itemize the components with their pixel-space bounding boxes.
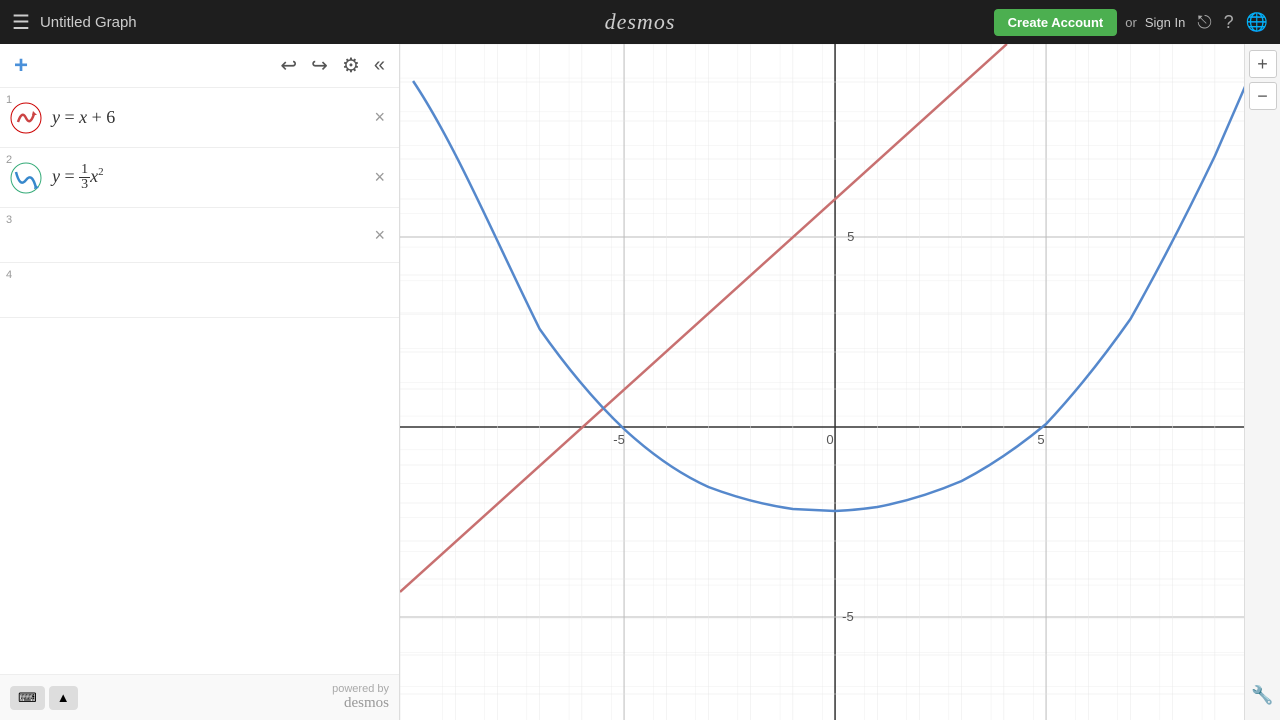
expression-row-2: 2 y = 13x2 ×	[0, 148, 399, 208]
zoom-out-button[interactable]: −	[1249, 82, 1277, 110]
header-right-actions: Create Account or Sign In ⎋ ? 🌐	[994, 9, 1268, 36]
expr-number-2: 2	[6, 154, 12, 166]
expr-close-3[interactable]: ×	[370, 221, 389, 250]
graph-svg: -5 0 5 10 5 -5	[400, 44, 1244, 720]
create-account-button[interactable]: Create Account	[994, 9, 1118, 36]
graph-area[interactable]: -5 0 5 10 5 -5	[400, 44, 1244, 720]
expression-row-1: 1 y = x + 6 ×	[0, 88, 399, 148]
expr-icon-2[interactable]	[10, 162, 42, 194]
sign-in-button[interactable]: Sign In	[1145, 15, 1185, 30]
svg-text:0: 0	[826, 432, 833, 447]
add-expression-button[interactable]: +	[10, 50, 32, 82]
expr-close-2[interactable]: ×	[370, 163, 389, 192]
expression-panel: + ↩ ↪ ⚙ « 1	[0, 44, 400, 720]
zoom-in-button[interactable]: +	[1249, 50, 1277, 78]
header: ☰ Untitled Graph desmos Create Account o…	[0, 0, 1280, 44]
expand-button[interactable]: ▲	[49, 686, 78, 710]
redo-button[interactable]: ↪	[307, 51, 332, 80]
expr-formula-2[interactable]: y = 13x2	[52, 163, 366, 192]
expr-icon-1[interactable]	[10, 102, 42, 134]
graph-title: Untitled Graph	[40, 14, 994, 31]
help-icon[interactable]: ?	[1224, 12, 1234, 33]
undo-button[interactable]: ↩	[276, 51, 301, 80]
keyboard-icon: ⌨	[18, 690, 37, 706]
expand-icon: ▲	[57, 690, 70, 705]
expression-list: 1 y = x + 6 × 2	[0, 88, 399, 674]
svg-text:-5: -5	[842, 609, 854, 624]
left-footer: ⌨ ▲ powered by desmos	[0, 674, 399, 720]
wrench-icon[interactable]: 🔧	[1251, 685, 1273, 705]
or-label: or	[1125, 15, 1137, 30]
expr-close-1[interactable]: ×	[370, 103, 389, 132]
expr-formula-1[interactable]: y = x + 6	[52, 107, 366, 128]
settings-button[interactable]: ⚙	[338, 51, 364, 80]
powered-by-label: powered by desmos	[332, 683, 389, 712]
zoom-panel: + − 🔧	[1244, 44, 1280, 720]
expr-number-1: 1	[6, 94, 12, 106]
share-icon[interactable]: ⎋	[1197, 12, 1211, 33]
language-icon[interactable]: 🌐	[1246, 12, 1268, 33]
svg-text:5: 5	[1037, 432, 1044, 447]
main-layout: + ↩ ↪ ⚙ « 1	[0, 44, 1280, 720]
svg-text:-5: -5	[613, 432, 625, 447]
expression-row-4[interactable]: 4	[0, 263, 399, 318]
keyboard-button[interactable]: ⌨	[10, 686, 45, 710]
desmos-logo: desmos	[605, 9, 676, 35]
toolbar-right: ↩ ↪ ⚙ «	[276, 51, 389, 80]
expr-number-3: 3	[6, 214, 12, 226]
svg-text:5: 5	[847, 229, 854, 244]
expr-number-4: 4	[6, 269, 12, 281]
expression-toolbar: + ↩ ↪ ⚙ «	[0, 44, 399, 88]
collapse-button[interactable]: «	[370, 51, 389, 80]
menu-icon[interactable]: ☰	[12, 10, 30, 35]
expression-row-3[interactable]: 3 ×	[0, 208, 399, 263]
